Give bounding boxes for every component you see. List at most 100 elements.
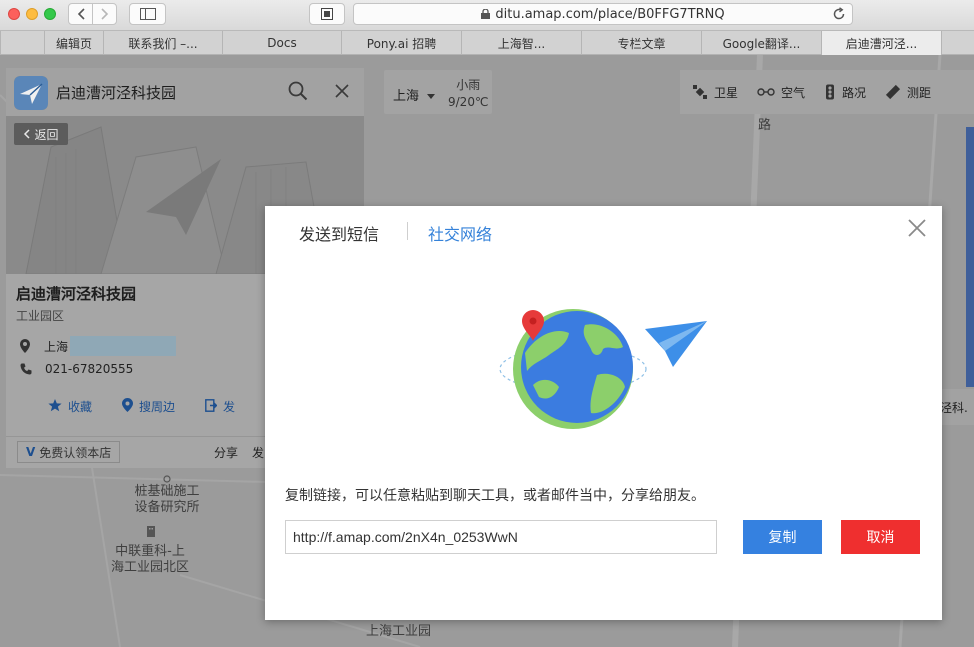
share-link-input[interactable]: [285, 520, 717, 554]
search-query: 启迪漕河泾科技园: [56, 84, 177, 102]
send-icon: [205, 398, 218, 415]
forward-nav-button[interactable]: [92, 3, 117, 25]
tab-column[interactable]: 专栏文章: [581, 31, 701, 55]
copy-button[interactable]: 复制: [743, 520, 822, 554]
tab-label: Docs: [267, 36, 297, 50]
star-icon: [48, 398, 62, 415]
satellite-icon: [693, 85, 707, 99]
map-label-road: 路: [758, 118, 772, 133]
tab-amap-active[interactable]: 启迪漕河泾...: [821, 31, 941, 55]
traffic-label: 路况: [842, 85, 867, 100]
claim-label: 免费认领本店: [39, 445, 112, 460]
tab-pinned[interactable]: [0, 31, 44, 55]
cancel-button[interactable]: 取消: [841, 520, 920, 554]
city-selector[interactable]: 上海: [393, 85, 436, 104]
claim-store-button[interactable]: V 免费认领本店: [17, 441, 121, 463]
amap-logo-icon: [14, 76, 48, 110]
air-quality-toggle[interactable]: 空气: [757, 84, 805, 101]
tab-bar: 编辑页 联系我们 –... Docs Pony.ai 招聘 上海智... 专栏文…: [0, 31, 974, 55]
verified-v-icon: V: [26, 445, 36, 459]
phone-number: 021-67820555: [45, 362, 134, 376]
favorite-button[interactable]: 收藏: [48, 398, 92, 415]
sidebar-icon: [139, 8, 156, 20]
tab-ponyai[interactable]: Pony.ai 招聘: [341, 31, 461, 55]
address-bar[interactable]: ditu.amap.com/place/B0FFG7TRNQ: [353, 3, 853, 25]
address-prefix: 上海: [44, 339, 69, 354]
search-box[interactable]: 启迪漕河泾科技园: [6, 68, 364, 117]
close-window-button[interactable]: [8, 8, 20, 20]
phone-row: 021-67820555: [20, 362, 133, 376]
minimize-window-button[interactable]: [26, 8, 38, 20]
back-nav-button[interactable]: [68, 3, 93, 25]
reader-icon: [321, 8, 333, 20]
search-nearby-label: 搜周边: [139, 400, 176, 414]
address-row: 上海: [20, 336, 177, 356]
tab-contact[interactable]: 联系我们 –...: [103, 31, 222, 55]
reload-icon[interactable]: [832, 7, 846, 21]
tab-google-translate[interactable]: Google翻译...: [701, 31, 821, 55]
tab-label: 专栏文章: [617, 36, 666, 51]
send-button[interactable]: 发: [205, 398, 235, 415]
chevron-right-icon: [100, 8, 108, 20]
place-name: 启迪漕河泾科技园: [16, 285, 137, 303]
tab-label: Pony.ai 招聘: [366, 36, 437, 51]
send-label: 发: [223, 400, 236, 414]
measure-toggle[interactable]: 测距: [885, 84, 931, 101]
chevron-left-icon: [24, 129, 31, 139]
close-icon[interactable]: [334, 83, 350, 99]
air-label: 空气: [781, 85, 806, 100]
lock-icon: [481, 9, 491, 19]
traffic-toggle[interactable]: 路况: [824, 84, 866, 101]
poi-dot-icon: [163, 475, 171, 483]
map-label-pile-institute: 桩基础施工 设备研究所: [134, 484, 200, 515]
place-category: 工业园区: [16, 309, 65, 323]
satellite-label: 卫星: [714, 85, 739, 100]
tab-divider: [407, 222, 408, 240]
tab-label: 上海智...: [497, 36, 546, 51]
zoom-window-button[interactable]: [44, 8, 56, 20]
reader-button[interactable]: [309, 3, 345, 25]
right-side-panel-edge: [966, 127, 974, 387]
tab-label: 编辑页: [55, 36, 92, 51]
weather-condition: 小雨: [456, 78, 481, 92]
weather: 小雨 9/20℃: [448, 77, 488, 111]
chevron-left-icon: [77, 8, 85, 20]
tab-overflow[interactable]: [941, 31, 974, 55]
globe-paper-plane-illustration: [499, 309, 707, 429]
tab-label: Google翻译...: [722, 36, 801, 51]
browser-titlebar: ditu.amap.com/place/B0FFG7TRNQ: [0, 0, 974, 31]
map-label-industrial-park: 上海工业园: [366, 624, 432, 639]
favorite-label: 收藏: [68, 400, 93, 414]
tab-social-network[interactable]: 社交网络: [428, 221, 492, 245]
place-actions: 收藏 搜周边 发: [48, 398, 265, 415]
share-link[interactable]: 分享: [214, 444, 238, 461]
ruler-icon: [885, 84, 901, 100]
phone-icon: [20, 363, 32, 375]
traffic-icon: [826, 84, 835, 100]
city-name: 上海: [393, 89, 420, 104]
measure-label: 测距: [907, 85, 932, 100]
search-nearby-button[interactable]: 搜周边: [122, 398, 175, 415]
back-label: 返回: [34, 127, 59, 142]
url-text: ditu.amap.com/place/B0FFG7TRNQ: [495, 6, 725, 22]
location-pin-icon: [20, 339, 30, 353]
close-icon[interactable]: [907, 218, 927, 238]
satellite-toggle[interactable]: 卫星: [692, 84, 738, 101]
tab-edit[interactable]: 编辑页: [44, 31, 103, 55]
tab-docs[interactable]: Docs: [222, 31, 341, 55]
tab-shanghai[interactable]: 上海智...: [461, 31, 581, 55]
caret-down-icon: [427, 94, 436, 99]
sidebar-toggle-button[interactable]: [129, 3, 166, 25]
map-label-zhonglian: 中联重科-上 海工业园北区: [110, 544, 189, 575]
send-link[interactable]: 发: [252, 444, 264, 461]
weather-temperature: 9/20℃: [448, 95, 489, 109]
air-icon: [757, 88, 775, 96]
tab-label: 启迪漕河泾...: [845, 36, 918, 51]
building-icon: [146, 525, 156, 542]
share-description: 复制链接，可以任意粘贴到聊天工具，或者邮件当中，分享给朋友。: [285, 488, 705, 504]
tab-send-sms[interactable]: 发送到短信: [299, 221, 379, 245]
back-button[interactable]: 返回: [14, 123, 68, 145]
location-pin-icon: [122, 398, 134, 415]
search-icon[interactable]: [288, 81, 308, 101]
redacted-address: [70, 336, 177, 356]
